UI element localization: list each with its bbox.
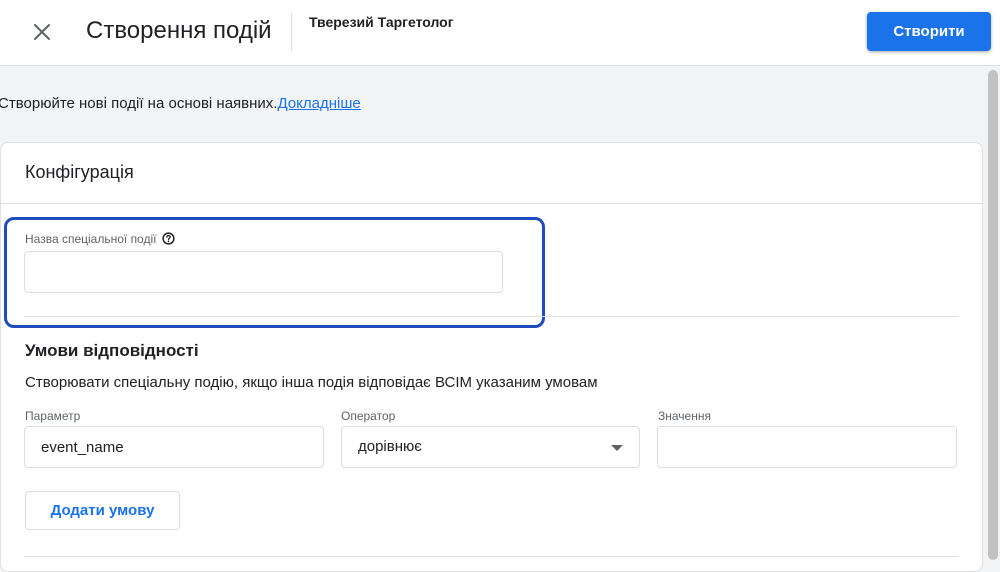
- property-name: Тверезий Таргетолог: [309, 14, 454, 30]
- scrollbar-thumb[interactable]: [988, 70, 998, 560]
- header-divider: [291, 13, 292, 51]
- value-input[interactable]: [657, 426, 957, 468]
- card-divider: [0, 203, 983, 204]
- value-label: Значення: [658, 409, 711, 423]
- add-condition-button[interactable]: Додати умову: [25, 491, 180, 530]
- bottom-divider: [24, 556, 958, 557]
- operator-label: Оператор: [341, 409, 396, 423]
- dropdown-arrow-icon: [611, 445, 623, 451]
- top-bar: Створення подій Тверезий Таргетолог Ство…: [0, 0, 1000, 66]
- close-button[interactable]: [28, 18, 56, 46]
- operator-value: дорівнює: [358, 438, 422, 455]
- card-title: Конфігурація: [25, 162, 134, 182]
- operator-select[interactable]: дорівнює: [341, 426, 640, 468]
- matching-conditions-description: Створювати спеціальну подію, якщо інша п…: [25, 374, 598, 391]
- close-icon: [34, 24, 50, 40]
- intro-message: Створюйте нові події на основі наявних.: [0, 95, 278, 112]
- matching-conditions-title: Умови відповідності: [25, 341, 199, 360]
- parameter-label: Параметр: [25, 409, 81, 423]
- highlight-box: [4, 217, 545, 328]
- intro-text: Створюйте нові події на основі наявних.Д…: [0, 95, 361, 112]
- learn-more-link[interactable]: Докладніше: [277, 95, 360, 112]
- section-divider: [24, 316, 958, 317]
- create-button[interactable]: Створити: [867, 12, 991, 51]
- parameter-input[interactable]: [24, 426, 324, 468]
- page-title: Створення подій: [86, 17, 272, 44]
